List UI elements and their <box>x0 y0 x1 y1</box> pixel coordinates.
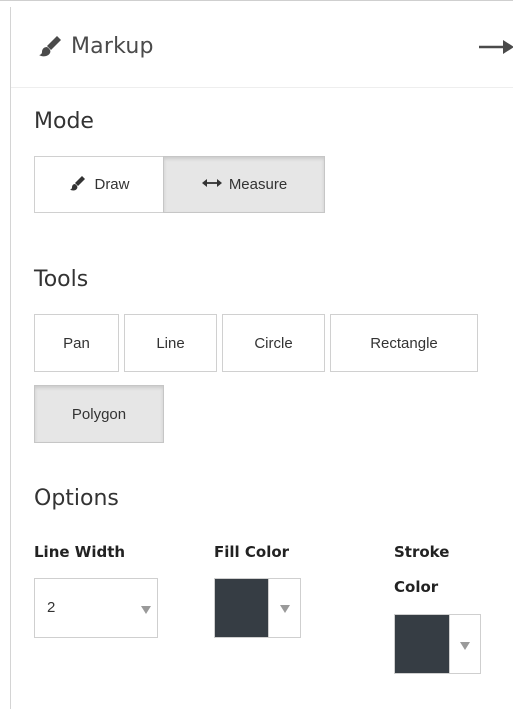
paintbrush-icon <box>68 173 88 196</box>
double-arrow-icon <box>201 177 223 192</box>
pan-tool-button[interactable]: Pan <box>34 314 119 372</box>
circle-tool-button[interactable]: Circle <box>222 314 325 372</box>
polygon-tool-button[interactable]: Polygon <box>34 385 164 443</box>
swatch-divider <box>268 579 269 637</box>
line-width-label: Line Width <box>34 543 126 561</box>
measure-mode-button[interactable]: Measure <box>163 156 325 213</box>
line-width-value: 2 <box>47 599 56 616</box>
draw-button-label: Draw <box>94 176 130 193</box>
line-button-label: Line <box>156 334 185 352</box>
pan-button-label: Pan <box>63 334 90 352</box>
swatch-divider <box>449 615 450 673</box>
mode-label: Mode <box>34 109 94 134</box>
chevron-down-icon <box>280 605 290 613</box>
stroke-color-swatch <box>395 615 449 673</box>
fill-color-label: Fill Color <box>214 543 290 561</box>
chevron-down-icon <box>460 642 470 650</box>
panel-title: Markup <box>71 34 154 59</box>
arrow-right-icon[interactable] <box>477 37 513 57</box>
fill-color-picker[interactable] <box>214 578 301 638</box>
rectangle-tool-button[interactable]: Rectangle <box>330 314 478 372</box>
rectangle-button-label: Rectangle <box>370 334 438 352</box>
markup-panel-header: Markup <box>11 7 513 88</box>
draw-mode-button[interactable]: Draw <box>34 156 164 213</box>
chevron-down-icon <box>141 606 151 614</box>
measure-button-label: Measure <box>228 176 288 193</box>
stroke-color-picker[interactable] <box>394 614 481 674</box>
tools-label: Tools <box>34 267 89 292</box>
line-width-select[interactable]: 2 <box>34 578 158 638</box>
fill-color-swatch <box>215 579 268 637</box>
stroke-color-label-line2: Color <box>394 578 439 596</box>
polygon-button-label: Polygon <box>71 405 127 423</box>
paintbrush-icon <box>35 30 67 62</box>
options-label: Options <box>34 486 119 511</box>
line-tool-button[interactable]: Line <box>124 314 217 372</box>
panel-left-border <box>10 7 11 709</box>
circle-button-label: Circle <box>254 334 293 352</box>
stroke-color-label-line1: Stroke <box>394 543 450 561</box>
